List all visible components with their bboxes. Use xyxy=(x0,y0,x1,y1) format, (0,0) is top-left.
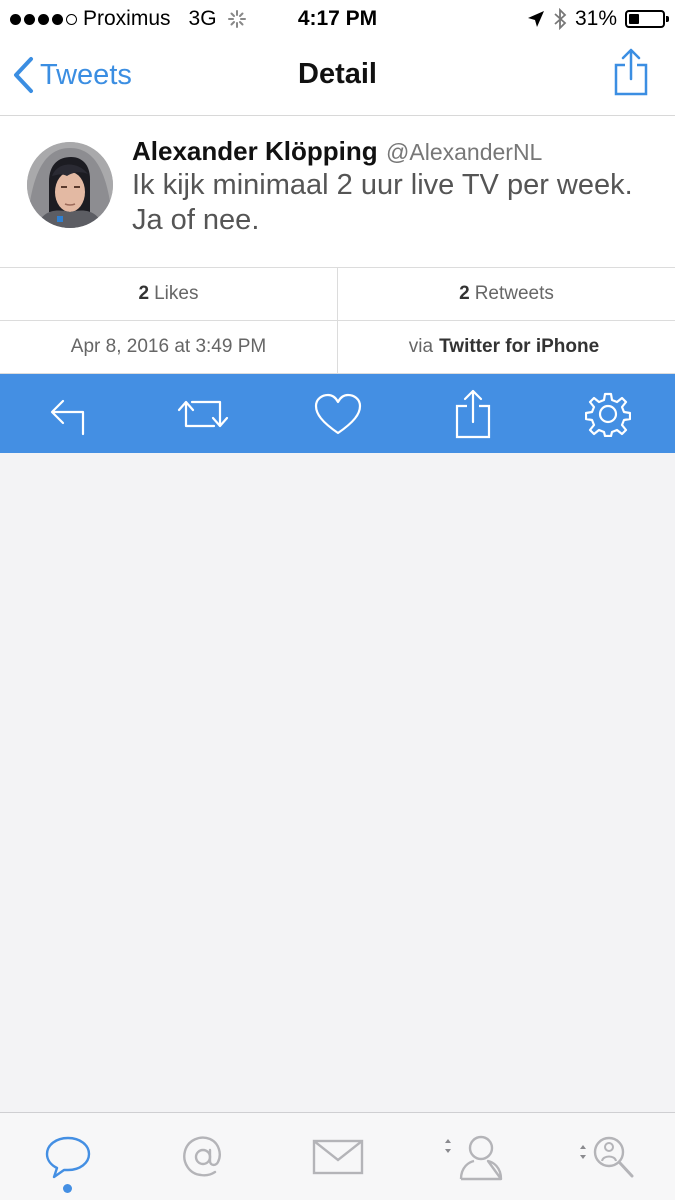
tweet-timestamp: Apr 8, 2016 at 3:49 PM xyxy=(70,336,267,357)
tab-bar xyxy=(0,1112,675,1200)
back-button[interactable]: Tweets xyxy=(12,56,132,94)
likes-count: 2 xyxy=(138,283,150,304)
tab-timeline[interactable] xyxy=(28,1117,108,1197)
tab-mentions[interactable] xyxy=(163,1117,243,1197)
client-name: Twitter for iPhone xyxy=(439,336,600,357)
share-button[interactable] xyxy=(613,47,649,102)
like-button[interactable] xyxy=(308,384,368,444)
status-bar: Proximus 3G 4:17 PM 31% xyxy=(0,0,675,38)
chevron-left-icon xyxy=(14,57,33,93)
tab-messages[interactable] xyxy=(298,1117,378,1197)
retweets-label: Retweets xyxy=(474,283,554,304)
tweet-meta: Apr 8, 2016 at 3:49 PM via Twitter for i… xyxy=(0,321,675,374)
retweet-icon xyxy=(177,400,228,427)
battery-percent: 31% xyxy=(574,7,617,30)
tweet-source[interactable]: via Twitter for iPhone xyxy=(337,321,675,373)
avatar[interactable] xyxy=(27,142,113,228)
mention-icon xyxy=(182,1135,221,1176)
tab-profile[interactable] xyxy=(433,1117,513,1197)
tweet-share-button[interactable] xyxy=(443,384,503,444)
retweets-count: 2 xyxy=(459,283,470,304)
settings-button[interactable] xyxy=(578,384,638,444)
back-button-label: Tweets xyxy=(40,58,132,91)
navigation-bar: Tweets Detail xyxy=(0,38,675,116)
tweet-card: Alexander Klöpping @AlexanderNL Ik kijk … xyxy=(0,116,675,268)
heart-icon xyxy=(314,393,361,434)
search-icon xyxy=(579,1136,633,1177)
content-area xyxy=(0,453,675,1112)
likes-label: Likes xyxy=(154,283,199,304)
tab-search[interactable] xyxy=(568,1117,648,1197)
share-icon xyxy=(614,48,648,96)
retweet-button[interactable] xyxy=(173,384,233,444)
tweet-text: Ik kijk minimaal 2 uur live TV per week.… xyxy=(132,169,633,236)
battery-icon xyxy=(625,10,669,28)
tweet-action-bar xyxy=(0,374,675,453)
reply-icon xyxy=(50,399,84,435)
author-handle[interactable]: @AlexanderNL xyxy=(386,139,542,165)
via-label: via xyxy=(408,336,434,357)
status-right: 31% xyxy=(527,7,669,31)
chat-bubble-icon xyxy=(45,1136,90,1178)
author-name[interactable]: Alexander Klöpping xyxy=(132,136,378,166)
gear-icon xyxy=(584,392,631,437)
share-icon xyxy=(455,389,490,438)
tweet-header: Alexander Klöpping @AlexanderNL xyxy=(132,136,542,167)
active-tab-indicator xyxy=(62,1183,72,1193)
location-arrow-icon xyxy=(527,11,544,27)
profile-icon xyxy=(444,1135,502,1180)
bluetooth-icon xyxy=(554,8,567,30)
tweet-stats: 2 Likes 2 Retweets xyxy=(0,268,675,321)
mail-icon xyxy=(312,1139,363,1174)
reply-button[interactable] xyxy=(38,384,98,444)
retweets-stat[interactable]: 2 Retweets xyxy=(337,268,675,320)
likes-stat[interactable]: 2 Likes xyxy=(0,268,337,320)
